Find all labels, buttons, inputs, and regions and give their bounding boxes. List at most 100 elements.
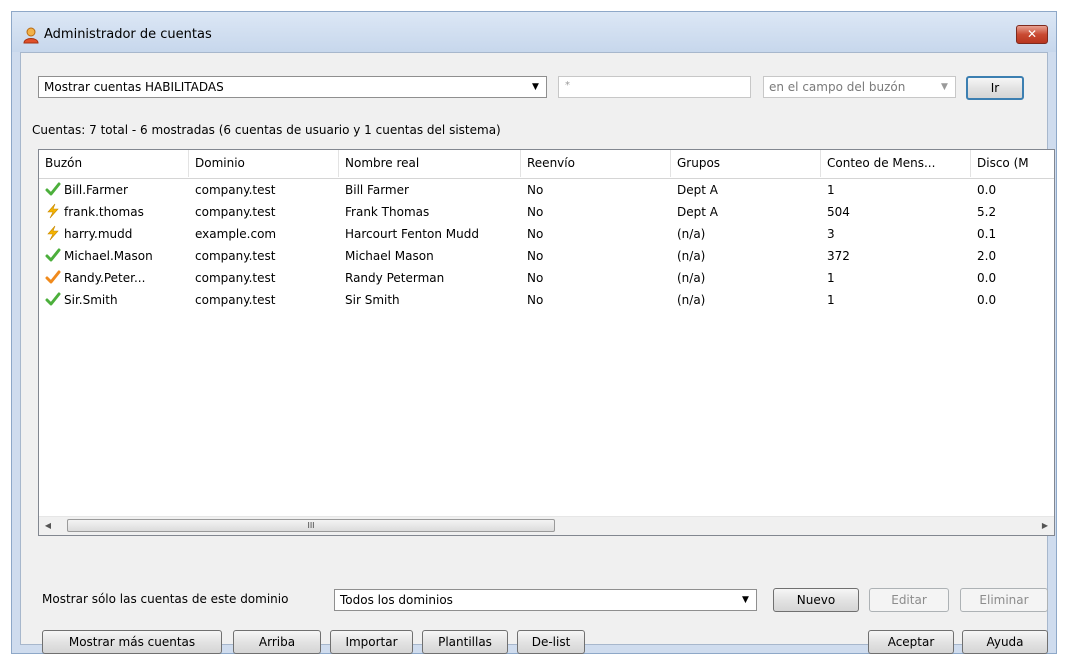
lightning-icon <box>45 203 61 219</box>
mailbox-name: frank.thomas <box>64 205 144 219</box>
templates-button[interactable]: Plantillas <box>422 630 508 654</box>
check-icon <box>45 247 61 263</box>
mailbox-name: Bill.Farmer <box>64 183 128 197</box>
table-row[interactable]: frank.thomas company.test Frank Thomas No De… <box>39 202 1054 222</box>
cell-forward: No <box>527 249 544 263</box>
show-accounts-value: Mostrar cuentas HABILITADAS <box>44 80 224 94</box>
import-button[interactable]: Importar <box>330 630 413 654</box>
delist-button[interactable]: De-list <box>517 630 585 654</box>
table-row[interactable]: Michael.Mason company.test Michael Mason No… <box>39 246 1054 266</box>
cell-forward: No <box>527 183 544 197</box>
scroll-thumb[interactable]: III <box>67 519 555 532</box>
cell-disk: 5.2 <box>977 205 997 219</box>
chevron-down-icon: ▼ <box>742 595 749 605</box>
cell-disk: 0.1 <box>977 227 997 241</box>
cell-message-count: 3 <box>827 227 835 241</box>
search-field-select[interactable]: en el campo del buzón ▼ <box>763 76 956 98</box>
cell-mailbox: frank.thomas <box>39 202 189 222</box>
cell-message-count: 372 <box>827 249 850 263</box>
cell-mailbox: Randy.Peter... <box>39 268 189 288</box>
column-header-real-name[interactable]: Nombre real <box>339 150 521 177</box>
cell-mailbox: harry.mudd <box>39 224 189 244</box>
mailbox-name: Sir.Smith <box>64 293 118 307</box>
cell-mailbox: Bill.Farmer <box>39 180 189 200</box>
domain-filter-value: Todos los dominios <box>340 593 453 607</box>
cell-groups: Dept A <box>677 183 718 197</box>
column-header-groups[interactable]: Grupos <box>671 150 821 177</box>
accounts-summary: Cuentas: 7 total - 6 mostradas (6 cuenta… <box>32 123 501 137</box>
edit-button[interactable]: Editar <box>869 588 949 612</box>
cell-forward: No <box>527 227 544 241</box>
horizontal-scrollbar[interactable]: ◀ III ▶ <box>39 516 1054 535</box>
list-header: Buzón Dominio Nombre real Reenvío Grupos… <box>39 150 1054 179</box>
lightning-icon <box>45 225 61 241</box>
column-header-domain[interactable]: Dominio <box>189 150 339 177</box>
chevron-down-icon: ▼ <box>532 82 539 92</box>
cell-domain: company.test <box>195 205 276 219</box>
cell-domain: company.test <box>195 271 276 285</box>
search-field-value: en el campo del buzón <box>769 80 906 94</box>
table-row[interactable]: Randy.Peter... company.test Randy Peterman… <box>39 268 1054 288</box>
account-manager-window: Administrador de cuentas ✕ Mostrar cuent… <box>11 11 1057 654</box>
orange-check-icon <box>45 269 61 285</box>
cell-domain: company.test <box>195 249 276 263</box>
ok-button[interactable]: Aceptar <box>868 630 954 654</box>
show-more-accounts-button[interactable]: Mostrar más cuentas <box>42 630 222 654</box>
window-title: Administrador de cuentas <box>44 27 212 42</box>
cell-real-name: Bill Farmer <box>345 183 409 197</box>
cell-real-name: Frank Thomas <box>345 205 430 219</box>
cell-real-name: Randy Peterman <box>345 271 445 285</box>
mailbox-name: Michael.Mason <box>64 249 153 263</box>
cell-message-count: 1 <box>827 293 835 307</box>
column-header-message-count[interactable]: Conteo de Mens... <box>821 150 971 177</box>
chevron-down-icon: ▼ <box>941 82 948 92</box>
mailbox-name: harry.mudd <box>64 227 133 241</box>
cell-disk: 0.0 <box>977 293 997 307</box>
new-button[interactable]: Nuevo <box>773 588 859 612</box>
column-header-disk[interactable]: Disco (M <box>971 150 1054 177</box>
help-button[interactable]: Ayuda <box>962 630 1048 654</box>
cell-real-name: Sir Smith <box>345 293 400 307</box>
search-input[interactable]: * <box>558 76 751 98</box>
column-header-forward[interactable]: Reenvío <box>521 150 671 177</box>
cell-mailbox: Michael.Mason <box>39 246 189 266</box>
title-bar[interactable]: Administrador de cuentas ✕ <box>12 12 1056 52</box>
cell-groups: (n/a) <box>677 227 706 241</box>
cell-groups: (n/a) <box>677 293 706 307</box>
domain-filter-select[interactable]: Todos los dominios ▼ <box>334 589 757 611</box>
cell-message-count: 1 <box>827 183 835 197</box>
table-row[interactable]: Bill.Farmer company.test Bill Farmer No Dept… <box>39 180 1054 200</box>
cell-domain: example.com <box>195 227 277 241</box>
delete-button[interactable]: Eliminar <box>960 588 1048 612</box>
scroll-right-icon[interactable]: ▶ <box>1036 517 1054 535</box>
accounts-list: Buzón Dominio Nombre real Reenvío Grupos… <box>38 149 1055 536</box>
cell-groups: (n/a) <box>677 249 706 263</box>
check-icon <box>45 181 61 197</box>
cell-forward: No <box>527 271 544 285</box>
close-button[interactable]: ✕ <box>1016 25 1048 44</box>
cell-real-name: Harcourt Fenton Mudd <box>345 227 479 241</box>
up-button[interactable]: Arriba <box>233 630 321 654</box>
cell-real-name: Michael Mason <box>345 249 434 263</box>
show-accounts-select[interactable]: Mostrar cuentas HABILITADAS ▼ <box>38 76 547 98</box>
cell-forward: No <box>527 293 544 307</box>
mailbox-name: Randy.Peter... <box>64 271 146 285</box>
cell-disk: 0.0 <box>977 183 997 197</box>
cell-domain: company.test <box>195 293 276 307</box>
cell-disk: 0.0 <box>977 271 997 285</box>
cell-message-count: 1 <box>827 271 835 285</box>
cell-forward: No <box>527 205 544 219</box>
cell-domain: company.test <box>195 183 276 197</box>
cell-disk: 2.0 <box>977 249 997 263</box>
cell-message-count: 504 <box>827 205 850 219</box>
cell-groups: (n/a) <box>677 271 706 285</box>
cell-groups: Dept A <box>677 205 718 219</box>
go-button[interactable]: Ir <box>966 76 1024 100</box>
table-row[interactable]: harry.mudd example.com Harcourt Fenton Mud… <box>39 224 1054 244</box>
check-icon <box>45 291 61 307</box>
scroll-left-icon[interactable]: ◀ <box>39 517 57 535</box>
table-row[interactable]: Sir.Smith company.test Sir Smith No (n/a) 1 0.… <box>39 290 1054 310</box>
domain-filter-label: Mostrar sólo las cuentas de este dominio <box>42 592 289 606</box>
user-icon <box>22 26 40 44</box>
column-header-mailbox[interactable]: Buzón <box>39 150 189 177</box>
